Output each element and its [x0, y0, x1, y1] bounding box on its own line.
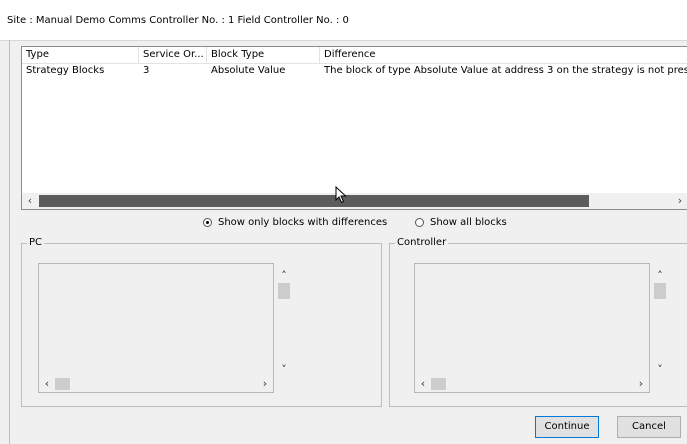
radio-show-all[interactable]: Show all blocks	[415, 216, 507, 230]
radio-show-differences-label: Show only blocks with differences	[218, 217, 388, 228]
controller-block-view[interactable]: ˄ ˅ ‹ ›	[414, 263, 666, 393]
scroll-down-icon[interactable]: ˅	[277, 364, 291, 376]
pc-group: PC ˄ ˅ ‹ ›	[21, 237, 382, 407]
scroll-left-icon[interactable]: ‹	[417, 378, 429, 390]
scroll-right-icon[interactable]: ›	[635, 378, 647, 390]
scroll-up-icon[interactable]: ˄	[277, 270, 291, 282]
cell-difference: The block of type Absolute Value at addr…	[324, 65, 687, 76]
scroll-down-icon[interactable]: ˅	[653, 364, 667, 376]
horizontal-scroll-thumb[interactable]	[431, 378, 446, 390]
cancel-button[interactable]: Cancel	[617, 416, 681, 438]
controller-group: Controller ˄ ˅ ‹ ›	[389, 237, 687, 407]
radio-show-all-label: Show all blocks	[430, 217, 507, 228]
cell-service-order: 3	[143, 65, 150, 76]
column-header-difference[interactable]: Difference	[320, 47, 687, 63]
radio-unselected-icon[interactable]	[415, 217, 424, 227]
vertical-scroll-thumb[interactable]	[654, 283, 666, 299]
scroll-left-icon[interactable]: ‹	[41, 378, 53, 390]
table-header: Type Service Or... Block Type Difference	[22, 47, 687, 64]
cell-type: Strategy Blocks	[26, 65, 105, 76]
mouse-pointer-icon	[335, 186, 347, 204]
radio-selected-icon[interactable]	[203, 217, 212, 227]
scroll-right-icon[interactable]: ›	[672, 193, 687, 209]
vertical-scroll-thumb[interactable]	[278, 283, 290, 299]
radio-show-differences[interactable]: Show only blocks with differences	[203, 216, 387, 230]
header-bar: Site : Manual Demo Comms Controller No. …	[0, 0, 687, 41]
cell-block-type: Absolute Value	[211, 65, 286, 76]
column-header-service-order[interactable]: Service Or...	[139, 47, 207, 63]
scrollbar-thumb[interactable]	[39, 195, 589, 207]
differences-table[interactable]: Type Service Or... Block Type Difference…	[21, 46, 687, 210]
table-horizontal-scrollbar[interactable]: ‹ ›	[22, 193, 687, 209]
site-info: Site : Manual Demo Comms Controller No. …	[7, 15, 349, 26]
scroll-left-icon[interactable]: ‹	[22, 193, 38, 209]
horizontal-scroll-thumb[interactable]	[55, 378, 70, 390]
scroll-right-icon[interactable]: ›	[259, 378, 271, 390]
table-row[interactable]: Strategy Blocks 3 Absolute Value The blo…	[22, 64, 687, 78]
window-frame	[9, 40, 10, 444]
controller-group-label: Controller	[395, 237, 449, 248]
continue-button[interactable]: Continue	[535, 416, 599, 438]
column-header-type[interactable]: Type	[22, 47, 139, 63]
scroll-up-icon[interactable]: ˄	[653, 270, 667, 282]
column-header-block-type[interactable]: Block Type	[207, 47, 320, 63]
pc-group-label: PC	[27, 237, 45, 248]
pc-block-view[interactable]: ˄ ˅ ‹ ›	[38, 263, 290, 393]
